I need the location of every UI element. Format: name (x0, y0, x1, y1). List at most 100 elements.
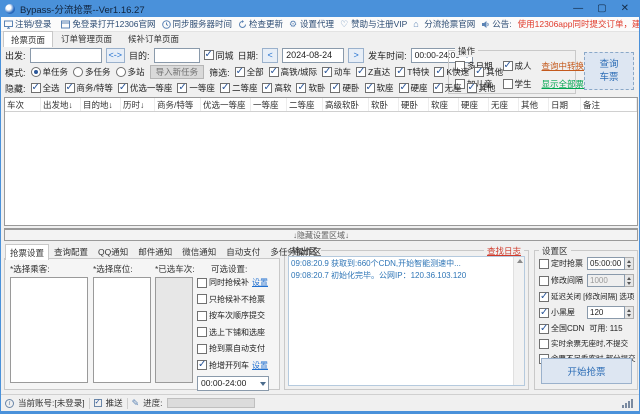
col-other[interactable]: 其他 (519, 98, 549, 111)
cdn-checkbox[interactable] (539, 324, 549, 334)
waitlist-only-checkbox[interactable]: 只抢候补不抢票 (197, 294, 279, 305)
from-input[interactable] (30, 48, 102, 63)
auto-pay-checkbox[interactable]: 抢到票自动支付 (197, 343, 279, 354)
to-input[interactable] (154, 48, 200, 63)
col-soft-seat[interactable]: 软座 (429, 98, 459, 111)
hide-no-seat-checkbox[interactable]: 无座 (433, 82, 462, 94)
filter-all-checkbox[interactable]: 全部 (235, 66, 264, 78)
maximize-button[interactable]: ▢ (597, 4, 606, 14)
tab-ticket-page[interactable]: 抢票页面 (3, 31, 53, 47)
col-soft-sleeper[interactable]: 软卧 (369, 98, 399, 111)
passenger-listbox[interactable] (10, 277, 88, 383)
berth-seat-select-checkbox[interactable]: 选上下铺和选座 (197, 327, 279, 338)
col-remark[interactable]: 备注 (581, 98, 637, 111)
waitlist-settings-link[interactable]: 设置 (252, 277, 268, 288)
col-departure[interactable]: 出发地↓ (41, 98, 81, 111)
col-premium-soft[interactable]: 高级软卧 (323, 98, 369, 111)
selected-train-listbox[interactable] (155, 277, 193, 383)
collapse-settings-bar[interactable]: ↓隐藏设置区域↓ (4, 228, 638, 241)
tab-email-notify[interactable]: 邮件通知 (133, 243, 177, 259)
same-city-checkbox[interactable]: 同城 (204, 49, 234, 62)
filter-z-train-checkbox[interactable]: Z直达 (356, 66, 390, 78)
hide-second-class-checkbox[interactable]: 二等座 (220, 82, 258, 94)
single-task-radio[interactable]: 单任务 (31, 66, 69, 78)
prev-date-button[interactable]: < (262, 48, 278, 63)
hide-first-class-checkbox[interactable]: 一等座 (177, 82, 215, 94)
start-grab-button[interactable]: 开始抢票 (541, 358, 632, 384)
grab-waitlist-checkbox[interactable]: 同时抢候补 设置 (197, 277, 279, 288)
student-checkbox[interactable]: 学生 (503, 78, 532, 90)
timed-grab-spinner[interactable]: 05:00:00 (587, 257, 634, 270)
tab-query-config[interactable]: 查询配置 (49, 243, 93, 259)
interval-spinner[interactable]: 1000 (587, 274, 634, 287)
col-train-no[interactable]: 车次 (5, 98, 41, 111)
check-update-button[interactable]: 检查更新 (238, 18, 283, 30)
tab-qq-notify[interactable]: QQ通知 (93, 243, 133, 259)
blackroom-checkbox[interactable] (539, 308, 549, 318)
multi-task-radio[interactable]: 多任务 (73, 66, 111, 78)
import-task-button[interactable]: 导入新任务 (150, 65, 205, 79)
hide-soft-sleeper-checkbox[interactable]: 软卧 (296, 82, 325, 94)
delay-close-checkbox[interactable] (539, 292, 549, 302)
filter-t-train-checkbox[interactable]: T特快 (395, 66, 429, 78)
log-scrollbar[interactable] (513, 257, 524, 385)
swap-stations-button[interactable]: <-> (106, 48, 126, 63)
extra-trains-settings-link[interactable]: 设置 (252, 360, 268, 371)
proxy-settings-button[interactable]: ⚙ 设置代理 (289, 18, 334, 30)
no-seat-checkbox[interactable] (539, 339, 549, 349)
close-button[interactable]: ✕ (621, 4, 629, 14)
tab-waitlist-orders[interactable]: 候补订单页面 (120, 30, 187, 46)
hide-select-all-checkbox[interactable]: 全选 (31, 82, 60, 94)
sponsor-vip-button[interactable]: ♡ 赞助与注册VIP (340, 18, 407, 30)
official-site-button[interactable]: ⌂ 分流抢票官网 (413, 18, 475, 30)
col-hard-seat[interactable]: 硬座 (459, 98, 489, 111)
submit-in-order-checkbox[interactable]: 按车次顺序提交 (197, 310, 279, 321)
col-date[interactable]: 日期 (549, 98, 581, 111)
filter-highspeed-checkbox[interactable]: 高铁/城际 (269, 66, 317, 78)
col-business[interactable]: 商务/特等 (155, 98, 201, 111)
hide-preferred-first-checkbox[interactable]: 优选一等座 (118, 82, 173, 94)
spin-down-icon[interactable] (625, 313, 633, 319)
col-hard-sleeper[interactable]: 硬卧 (399, 98, 429, 111)
spin-down-icon[interactable] (625, 281, 633, 287)
logout-login-button[interactable]: 注销/登录 (4, 18, 51, 30)
filter-other-checkbox[interactable]: 其他 (474, 66, 503, 78)
col-no-seat[interactable]: 无座 (489, 98, 519, 111)
next-date-button[interactable]: > (348, 48, 364, 63)
col-preferred-first[interactable]: 优选一等座 (201, 98, 251, 111)
timed-grab-checkbox[interactable] (539, 259, 549, 269)
open-12306-button[interactable]: 免登录打开12306官网 (61, 18, 155, 30)
col-duration[interactable]: 历时↓ (121, 98, 155, 111)
seat-listbox[interactable] (93, 277, 151, 383)
hide-other-checkbox[interactable]: 其他 (467, 82, 496, 94)
extra-trains-checkbox[interactable]: 抢增开列车 设置 (197, 360, 279, 371)
hide-premium-soft-checkbox[interactable]: 高软 (262, 82, 291, 94)
spin-down-icon[interactable] (625, 264, 633, 270)
filter-k-train-checkbox[interactable]: K快速 (434, 66, 469, 78)
adult-checkbox[interactable]: 成人 (503, 60, 532, 72)
tab-auto-pay[interactable]: 自动支付 (221, 243, 265, 259)
blackroom-spinner[interactable]: 120 (587, 306, 634, 319)
grab-time-range-select[interactable]: 00:00-24:00 (197, 376, 269, 391)
scroll-up-icon[interactable] (517, 259, 523, 263)
tab-order-management[interactable]: 订单管理页面 (53, 30, 120, 46)
minimize-button[interactable]: — (573, 4, 583, 14)
col-second-class[interactable]: 二等座 (287, 98, 323, 111)
sync-time-button[interactable]: 同步服务器时间 (162, 18, 233, 30)
tab-grab-settings[interactable]: 抢票设置 (5, 244, 49, 260)
hide-business-checkbox[interactable]: 商务/特等 (65, 82, 113, 94)
hide-hard-seat-checkbox[interactable]: 硬座 (399, 82, 428, 94)
log-box[interactable]: 09:08:20.9 获取到:660个CDN,开始智能测速中... 09:08:… (288, 256, 525, 386)
date-input[interactable]: 2024-08-24 (282, 48, 344, 63)
filter-d-train-checkbox[interactable]: 动车 (322, 66, 351, 78)
col-destination[interactable]: 目的地↓ (81, 98, 121, 111)
tab-multitask-area[interactable]: 多任务操作区 (265, 243, 326, 259)
col-first-class[interactable]: 一等座 (251, 98, 287, 111)
multi-station-radio[interactable]: 多站 (116, 66, 145, 78)
push-label[interactable]: 推送 (106, 397, 123, 409)
query-tickets-button[interactable]: 查询车票 (584, 52, 634, 90)
tab-wechat-notify[interactable]: 微信通知 (177, 243, 221, 259)
hide-soft-seat-checkbox[interactable]: 软座 (365, 82, 394, 94)
hide-hard-sleeper-checkbox[interactable]: 硬卧 (330, 82, 359, 94)
same-city-checkbox-box[interactable] (204, 50, 214, 60)
